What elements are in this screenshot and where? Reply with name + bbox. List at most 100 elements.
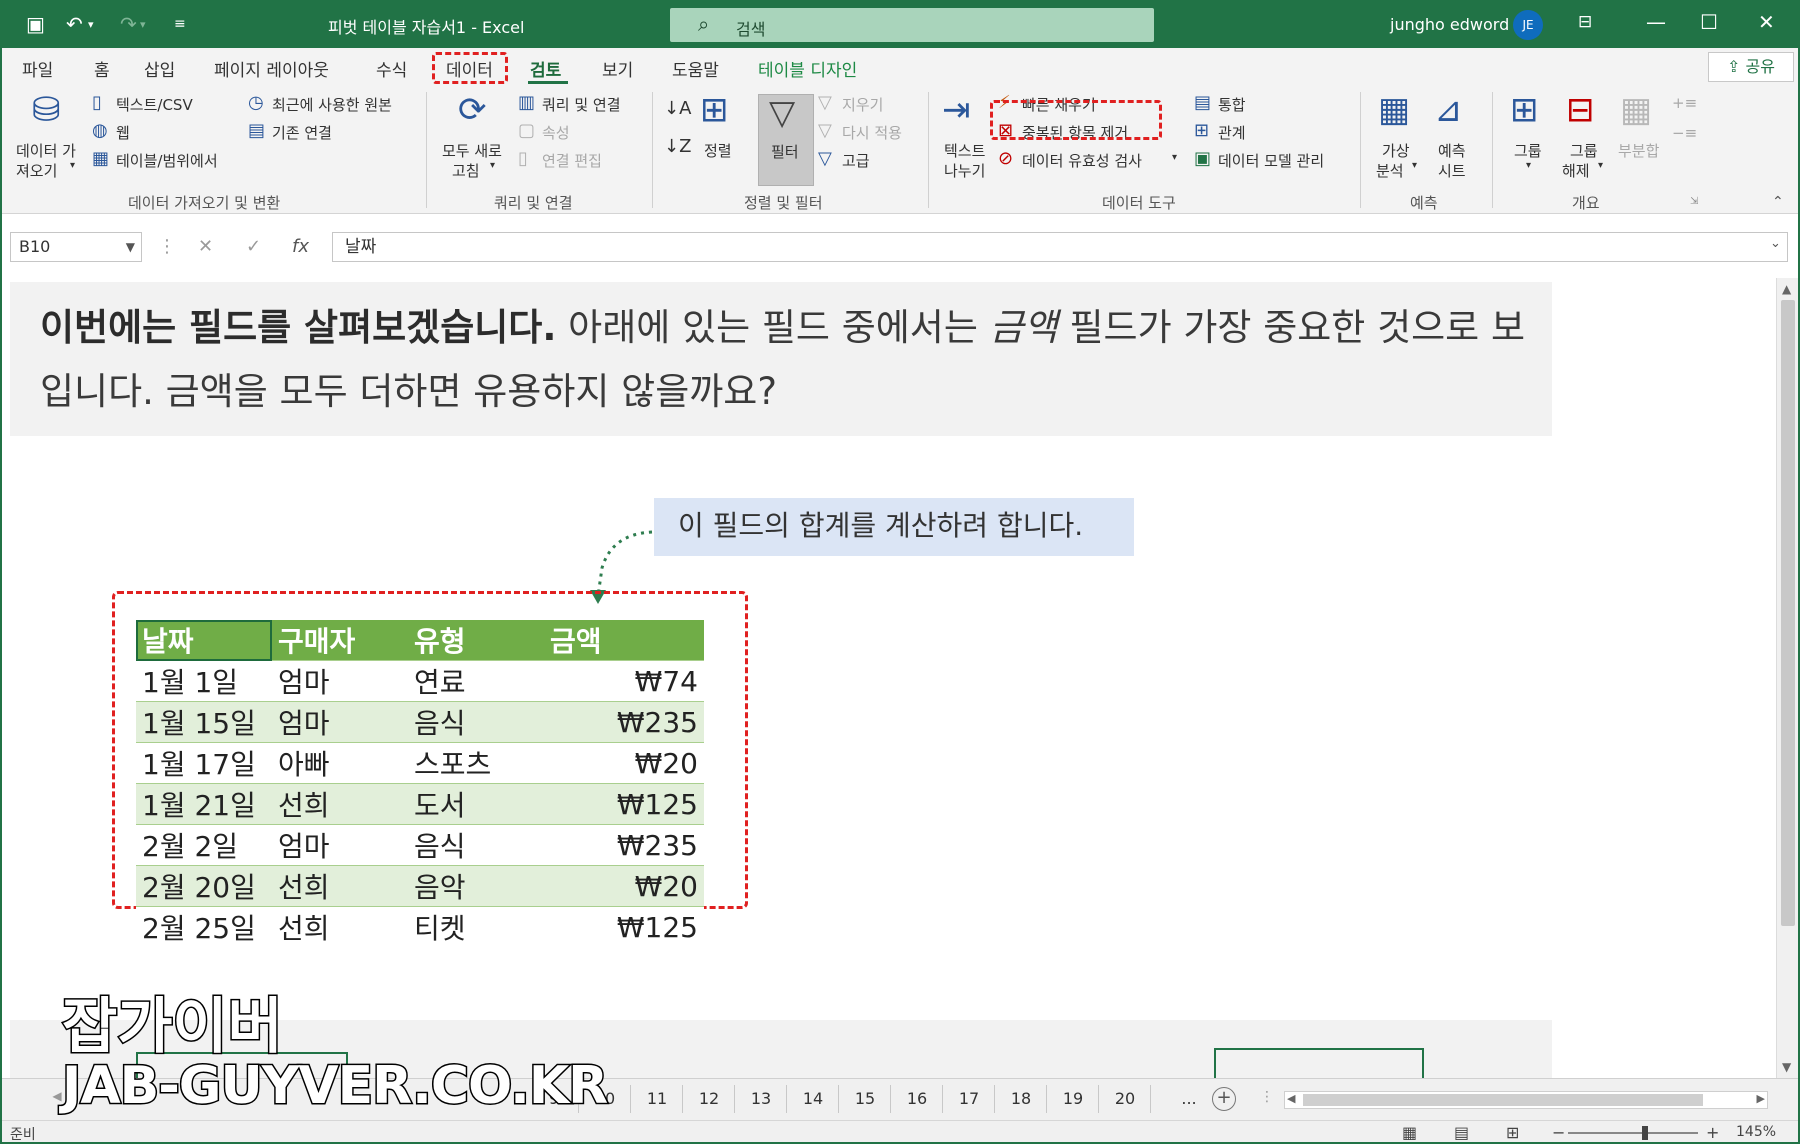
sort-ascending-icon[interactable]: ↓A	[664, 98, 691, 119]
ribbon-display-icon[interactable]: ⊟	[1578, 12, 1592, 32]
vertical-scroll-thumb[interactable]	[1781, 300, 1795, 926]
refresh-dropdown-icon[interactable]: ▾	[490, 160, 495, 171]
maximize-icon[interactable]: ☐	[1700, 10, 1718, 34]
forecast-label-1[interactable]: 예측	[1438, 140, 1466, 161]
get-data-dropdown-icon[interactable]: ▾	[70, 160, 75, 171]
cell-amount[interactable]: ₩235	[544, 701, 704, 743]
more-sheets[interactable]: ...	[1164, 1089, 1214, 1108]
data-model-button[interactable]: 데이터 모델 관리	[1218, 150, 1324, 171]
cancel-icon[interactable]: ✕	[198, 236, 213, 257]
header-amount[interactable]: 금액	[544, 620, 704, 661]
tab-help[interactable]: 도움말	[672, 56, 719, 81]
tab-formulas[interactable]: 수식	[376, 56, 407, 81]
consolidate-button[interactable]: 통합	[1218, 94, 1246, 115]
name-box[interactable]: B10 ▼	[10, 232, 142, 262]
zoom-slider-thumb[interactable]	[1642, 1126, 1648, 1140]
refresh-all-icon[interactable]: ⟳	[458, 90, 487, 130]
tab-table-design[interactable]: 테이블 디자인	[758, 56, 857, 81]
user-name[interactable]: jungho edword	[1390, 15, 1509, 34]
cell-date[interactable]: 1월 1일	[136, 660, 272, 702]
what-if-label-1[interactable]: 가상	[1382, 140, 1410, 161]
ungroup-icon[interactable]: ⊟	[1566, 90, 1595, 130]
refresh-all-label-2[interactable]: 고침	[452, 160, 480, 181]
forecast-sheet-icon[interactable]: ⊿	[1434, 90, 1463, 130]
sheet-tab[interactable]: 13	[736, 1089, 786, 1108]
header-date[interactable]: 날짜	[136, 620, 272, 661]
scroll-right-icon[interactable]: ▶	[1757, 1092, 1765, 1105]
tab-home[interactable]: 홈	[94, 56, 110, 81]
cell-buyer[interactable]: 선희	[272, 865, 408, 907]
customize-toolbar-icon[interactable]: ≡	[174, 16, 186, 32]
forecast-label-2[interactable]: 시트	[1438, 160, 1466, 181]
normal-view-icon[interactable]: ▦	[1402, 1123, 1417, 1142]
cell-amount[interactable]: ₩235	[544, 824, 704, 866]
data-validation-icon[interactable]: ⊘	[998, 148, 1013, 169]
cell-amount[interactable]: ₩125	[544, 783, 704, 825]
add-sheet-button[interactable]: +	[1212, 1087, 1236, 1111]
sheet-tab[interactable]: 19	[1048, 1089, 1098, 1108]
cell-buyer[interactable]: 엄마	[272, 660, 408, 702]
consolidate-icon[interactable]: ▤	[1194, 92, 1211, 113]
cell-amount[interactable]: ₩20	[544, 742, 704, 784]
relationships-button[interactable]: 관계	[1218, 122, 1246, 143]
cell-date[interactable]: 2월 20일	[136, 865, 272, 907]
relationships-icon[interactable]: ⊞	[1194, 120, 1209, 141]
sheet-tab[interactable]: 18	[996, 1089, 1046, 1108]
sheet-tab[interactable]: 12	[684, 1089, 734, 1108]
formula-input[interactable]: 날짜	[332, 232, 1788, 262]
header-type[interactable]: 유형	[408, 620, 544, 661]
ungroup-dropdown-icon[interactable]: ▾	[1598, 160, 1603, 171]
dialog-launcher-icon[interactable]: ⇲	[1690, 196, 1698, 207]
zoom-slider[interactable]	[1568, 1132, 1698, 1134]
horizontal-scroll-thumb[interactable]	[1303, 1094, 1703, 1106]
vertical-scrollbar[interactable]: ▲ ▼	[1776, 278, 1798, 1078]
text-to-columns-label-1[interactable]: 텍스트	[944, 140, 985, 161]
text-to-columns-icon[interactable]: ⇥	[942, 90, 971, 130]
insert-function-icon[interactable]: fx	[292, 236, 309, 257]
cell-amount[interactable]: ₩20	[544, 865, 704, 907]
avatar[interactable]: JE	[1513, 10, 1543, 40]
queries-connections-button[interactable]: 쿼리 및 연결	[542, 94, 621, 115]
cell-type[interactable]: 음악	[408, 865, 544, 907]
tab-page-layout[interactable]: 페이지 레이아웃	[214, 56, 329, 81]
table-range-icon[interactable]: ▦	[92, 148, 109, 169]
what-if-label-2[interactable]: 분석	[1376, 160, 1404, 181]
sheet-tab[interactable]: 14	[788, 1089, 838, 1108]
database-icon[interactable]: ⛁	[32, 90, 61, 130]
cell-buyer[interactable]: 엄마	[272, 824, 408, 866]
sheet-tab[interactable]: 11	[632, 1089, 682, 1108]
recent-sources-button[interactable]: 최근에 사용한 원본	[272, 94, 392, 115]
scroll-up-icon[interactable]: ▲	[1782, 282, 1791, 296]
data-validation-dropdown-icon[interactable]: ▾	[1172, 152, 1177, 163]
cell-type[interactable]: 티켓	[408, 906, 544, 947]
existing-connections-icon[interactable]: ▤	[248, 120, 265, 141]
cell-date[interactable]: 2월 25일	[136, 906, 272, 947]
text-csv-button[interactable]: 텍스트/CSV	[116, 94, 193, 115]
text-to-columns-label-2[interactable]: 나누기	[944, 160, 985, 181]
horizontal-scrollbar[interactable]: ◀ ▶	[1284, 1091, 1768, 1109]
undo-icon[interactable]: ↶	[66, 12, 83, 36]
zoom-level[interactable]: 145%	[1736, 1124, 1776, 1140]
text-csv-icon[interactable]: ▯	[92, 92, 102, 113]
cell-buyer[interactable]: 아빠	[272, 742, 408, 784]
cell-amount[interactable]: ₩74	[544, 660, 704, 702]
cell-date[interactable]: 2월 2일	[136, 824, 272, 866]
scroll-left-icon[interactable]: ◀	[1287, 1092, 1295, 1105]
expand-formula-icon[interactable]: ⌄	[1770, 236, 1781, 251]
tab-view[interactable]: 보기	[602, 56, 633, 81]
enter-icon[interactable]: ✓	[246, 236, 261, 257]
name-box-dropdown-icon[interactable]: ▼	[126, 233, 135, 261]
advanced-button[interactable]: 고급	[842, 150, 870, 171]
collapse-ribbon-icon[interactable]: ⌃	[1772, 194, 1784, 210]
get-data-label-1[interactable]: 데이터 가	[16, 140, 76, 161]
scroll-down-icon[interactable]: ▼	[1782, 1060, 1791, 1074]
data-model-icon[interactable]: ▣	[1194, 148, 1211, 169]
page-layout-view-icon[interactable]: ▤	[1454, 1123, 1469, 1142]
web-icon[interactable]: ◍	[92, 120, 108, 141]
sheet-tab[interactable]: 17	[944, 1089, 994, 1108]
queries-connections-icon[interactable]: ▥	[518, 92, 535, 113]
ungroup-label-2[interactable]: 해제	[1562, 160, 1590, 181]
sheet-tab[interactable]: 15	[840, 1089, 890, 1108]
group-dropdown-icon[interactable]: ▾	[1526, 160, 1531, 171]
what-if-analysis-icon[interactable]: ▦	[1378, 90, 1410, 130]
